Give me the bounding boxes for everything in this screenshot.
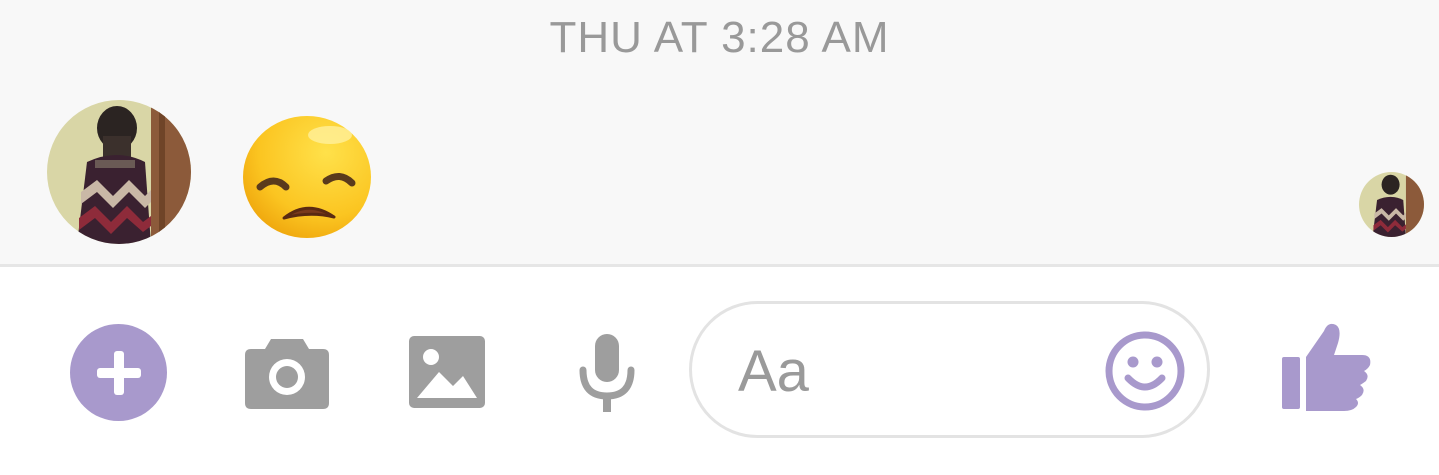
message-input-placeholder: Aa <box>738 339 809 404</box>
smiley-icon <box>1105 331 1185 411</box>
thumbs-up-icon <box>1282 323 1371 411</box>
message-composer: Aa <box>0 267 1439 475</box>
microphone-icon <box>579 334 635 412</box>
message-input[interactable]: Aa <box>689 301 1210 438</box>
camera-icon <box>245 339 329 409</box>
image-icon <box>409 336 485 408</box>
disappointed-face-emoji <box>242 115 372 239</box>
camera-button[interactable] <box>243 331 331 411</box>
emoji-button[interactable] <box>1104 330 1186 412</box>
message-timestamp: THU AT 3:28 AM <box>549 13 890 62</box>
gallery-button[interactable] <box>407 334 487 410</box>
conversation-area: THU AT 3:28 AM <box>0 0 1439 264</box>
sender-avatar[interactable] <box>47 100 191 244</box>
plus-icon <box>96 350 141 395</box>
add-button[interactable] <box>70 324 167 421</box>
read-receipt-avatar <box>1359 172 1424 237</box>
microphone-button[interactable] <box>572 333 642 415</box>
like-button[interactable] <box>1282 321 1372 413</box>
